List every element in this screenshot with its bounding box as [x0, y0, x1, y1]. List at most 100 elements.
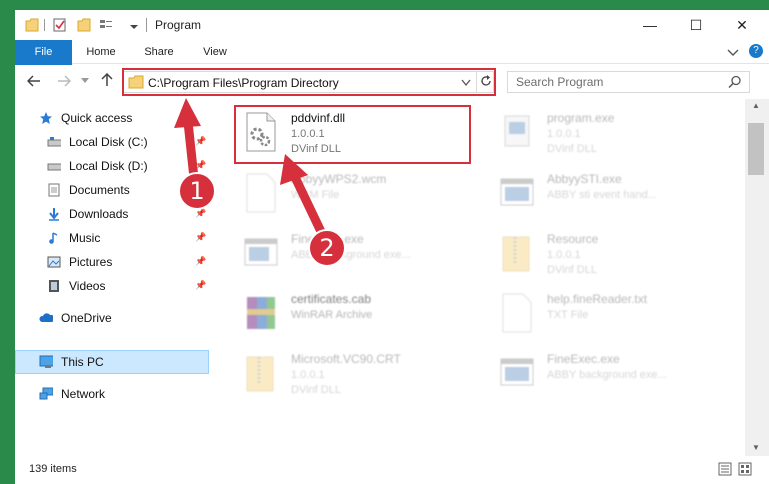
title-bar: Program — ☐ ✕: [15, 10, 769, 40]
file-name: FineExec.exe: [547, 352, 620, 366]
star-icon: [40, 112, 52, 124]
tab-home[interactable]: Home: [78, 40, 124, 64]
search-box[interactable]: [507, 71, 750, 93]
file-item-wcm[interactable]: AbbyyWPS2.wcm WCM File: [229, 164, 479, 220]
sidebar-item-music[interactable]: Music 📌: [15, 226, 209, 250]
back-arrow-icon[interactable]: [27, 75, 41, 87]
window-icon: [500, 178, 534, 206]
file-item-vc90-crt[interactable]: Microsoft.VC90.CRT 1.0.0.1 DVinf DLL: [229, 344, 479, 400]
sidebar-item-quick-access[interactable]: Quick access: [15, 106, 209, 130]
blank-file-icon: [502, 293, 532, 333]
folder-icon: [25, 18, 39, 32]
sidebar-item-label: Downloads: [69, 207, 129, 221]
details-view-icon[interactable]: [718, 462, 732, 476]
search-icon[interactable]: [728, 75, 742, 89]
scroll-up-icon[interactable]: ▲: [752, 101, 760, 110]
sidebar-item-label: Network: [61, 387, 106, 401]
file-description: DVinf DLL: [291, 384, 341, 396]
scroll-thumb[interactable]: [748, 123, 764, 175]
pin-icon[interactable]: 📌: [195, 136, 206, 147]
documents-icon: [48, 183, 60, 197]
sidebar-item-label: Documents: [69, 183, 130, 197]
help-button[interactable]: ?: [749, 44, 763, 58]
folder-zip-icon: [246, 356, 274, 392]
pin-icon[interactable]: 📌: [195, 256, 206, 267]
file-type: TXT File: [547, 309, 589, 321]
sidebar-item-local-disk-d[interactable]: Local Disk (D:) 📌: [15, 154, 209, 178]
file-description: ABBY background exe...: [547, 369, 667, 381]
tab-view[interactable]: View: [192, 40, 238, 64]
sidebar-item-network[interactable]: Network: [15, 382, 209, 406]
item-count: 139 items: [29, 463, 77, 475]
sidebar-item-label: Quick access: [61, 111, 133, 125]
sidebar-item-onedrive[interactable]: OneDrive: [15, 306, 209, 330]
sidebar-item-label: This PC: [61, 355, 104, 369]
pictures-icon: [47, 256, 61, 268]
sidebar-item-label: Local Disk (C:): [69, 135, 148, 149]
window-title: Program: [155, 18, 202, 32]
up-arrow-icon[interactable]: [101, 73, 113, 87]
sidebar-item-pictures[interactable]: Pictures 📌: [15, 250, 209, 274]
file-item-fineexec-exe[interactable]: FineExec.exe ABBY background exe...: [229, 224, 479, 280]
title-separator: [146, 18, 147, 32]
file-version: 1.0.0.1: [547, 128, 581, 140]
pin-icon[interactable]: 📌: [195, 160, 206, 171]
pin-icon[interactable]: 📌: [195, 280, 206, 291]
blank-file-icon: [246, 173, 276, 213]
sidebar-item-downloads[interactable]: Downloads 📌: [15, 202, 209, 226]
file-highlight: [234, 105, 471, 164]
file-item-resource[interactable]: Resource 1.0.0.1 DVinf DLL: [485, 224, 735, 280]
ribbon: File Home Share View ?: [15, 40, 769, 96]
step-1-badge: 1: [178, 172, 216, 210]
large-icons-view-icon[interactable]: [738, 462, 752, 476]
pin-icon[interactable]: 📌: [195, 232, 206, 243]
window-icon: [500, 358, 534, 386]
close-button[interactable]: ✕: [719, 10, 765, 40]
file-name: AbbyyWPS2.wcm: [291, 172, 387, 186]
music-icon: [49, 232, 58, 244]
step-2-badge: 2: [308, 229, 346, 267]
file-type: WinRAR Archive: [291, 309, 373, 321]
recent-dropdown-icon[interactable]: [81, 78, 89, 84]
file-version: 1.0.0.1: [291, 369, 325, 381]
sidebar-item-this-pc[interactable]: This PC: [15, 350, 209, 374]
exe-icon: [504, 115, 530, 147]
drive-icon: [47, 163, 61, 171]
chevron-down-icon[interactable]: [129, 17, 139, 33]
sidebar-item-label: Pictures: [69, 255, 113, 269]
file-description: DVinf DLL: [547, 264, 597, 276]
file-description: ABBY sti event hand...: [547, 189, 657, 201]
properties-icon[interactable]: [53, 17, 67, 33]
maximize-button[interactable]: ☐: [673, 10, 719, 40]
file-item-certificates-cab[interactable]: certificates.cab WinRAR Archive: [229, 284, 479, 340]
videos-icon: [49, 280, 59, 292]
file-item-fineexec-exe-2[interactable]: FineExec.exe ABBY background exe...: [485, 344, 735, 400]
new-folder-icon[interactable]: [77, 17, 91, 33]
file-name: AbbyySTI.exe: [547, 172, 622, 186]
file-name: Microsoft.VC90.CRT: [291, 352, 401, 366]
file-description: DVinf DLL: [547, 143, 597, 155]
scroll-down-icon[interactable]: ▼: [752, 443, 760, 452]
ribbon-expand-icon[interactable]: [727, 47, 739, 57]
rar-icon: [247, 297, 275, 329]
window-icon: [244, 238, 278, 266]
network-icon: [39, 387, 53, 400]
sidebar-item-videos[interactable]: Videos 📌: [15, 274, 209, 298]
computer-icon: [39, 355, 53, 368]
minimize-button[interactable]: —: [627, 10, 673, 40]
vertical-scrollbar[interactable]: ▲ ▼: [745, 99, 769, 456]
search-input[interactable]: [508, 72, 723, 92]
tab-share[interactable]: Share: [136, 40, 182, 64]
file-name: program.exe: [547, 111, 615, 125]
forward-arrow-icon[interactable]: [57, 75, 71, 87]
cloud-icon: [39, 313, 53, 322]
file-item-help-txt[interactable]: help.fineReader.txt TXT File: [485, 284, 735, 340]
file-item-abbyysti-exe[interactable]: AbbyySTI.exe ABBY sti event hand...: [485, 164, 735, 220]
status-bar: 139 items: [15, 456, 769, 484]
folder-zip-icon: [502, 236, 530, 272]
customize-icon[interactable]: [99, 17, 117, 33]
file-item-program-exe[interactable]: program.exe 1.0.0.1 DVinf DLL: [485, 103, 735, 159]
sidebar-item-label: Local Disk (D:): [69, 159, 148, 173]
sidebar-item-local-disk-c[interactable]: Local Disk (C:) 📌: [15, 130, 209, 154]
file-name: Resource: [547, 232, 599, 246]
